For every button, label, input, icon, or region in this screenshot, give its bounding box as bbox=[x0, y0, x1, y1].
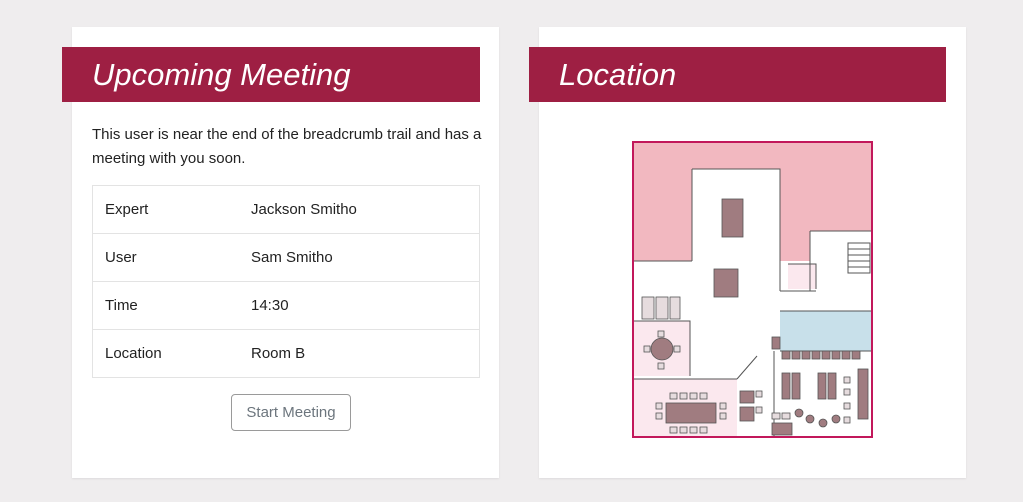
location-card: Location bbox=[529, 27, 966, 478]
meeting-card: Upcoming Meeting This user is near the e… bbox=[62, 27, 499, 478]
meeting-details-table: Expert Jackson Smitho User Sam Smitho Ti… bbox=[92, 185, 480, 378]
row-label-expert: Expert bbox=[92, 185, 239, 234]
start-meeting-button[interactable]: Start Meeting bbox=[231, 394, 351, 431]
table-row: User Sam Smitho bbox=[92, 233, 480, 282]
table-row: Expert Jackson Smitho bbox=[92, 185, 480, 234]
row-value-time: 14:30 bbox=[239, 281, 480, 330]
row-value-expert: Jackson Smitho bbox=[239, 185, 480, 234]
row-value-location: Room B bbox=[239, 329, 480, 378]
row-value-user: Sam Smitho bbox=[239, 233, 480, 282]
row-label-time: Time bbox=[92, 281, 239, 330]
floor-plan-map bbox=[632, 141, 873, 438]
table-row: Time 14:30 bbox=[92, 281, 480, 330]
row-label-user: User bbox=[92, 233, 239, 282]
row-label-location: Location bbox=[92, 329, 239, 378]
table-row: Location Room B bbox=[92, 329, 480, 378]
meeting-description: This user is near the end of the breadcr… bbox=[92, 126, 482, 167]
location-title: Location bbox=[529, 47, 946, 102]
meeting-title: Upcoming Meeting bbox=[62, 47, 480, 102]
